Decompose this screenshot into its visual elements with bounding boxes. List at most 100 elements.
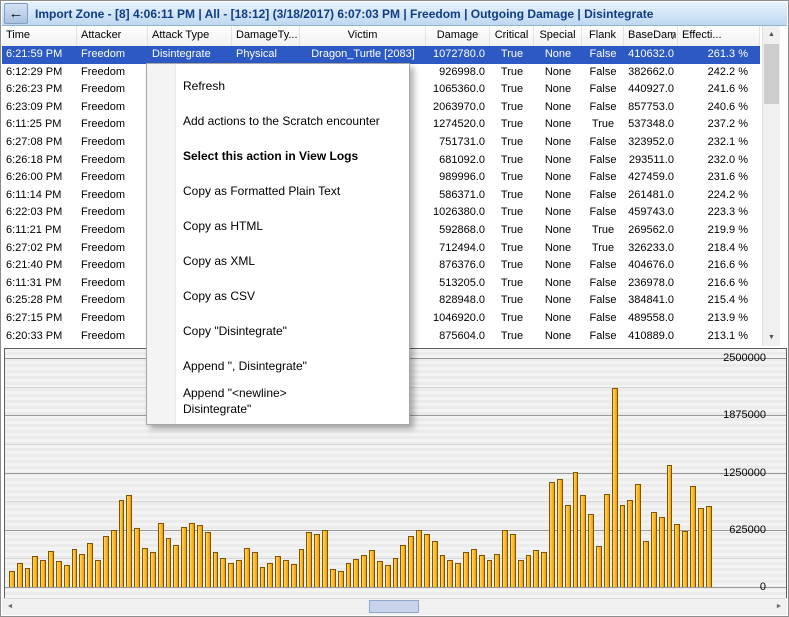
cell-attacker[interactable]: Freedom <box>77 134 148 152</box>
scroll-left-button[interactable]: ◄ <box>2 599 18 614</box>
cell-critical[interactable]: True <box>490 240 534 258</box>
cell-attacker[interactable]: Freedom <box>77 204 148 222</box>
cell-effectiveness[interactable]: 216.6 % <box>678 257 760 275</box>
cell-special[interactable]: None <box>534 275 582 293</box>
cell-time[interactable]: 6:25:28 PM <box>2 292 77 310</box>
cell-special[interactable]: None <box>534 257 582 275</box>
cell-effectiveness[interactable]: 219.9 % <box>678 222 760 240</box>
cell-flank[interactable]: False <box>582 187 624 205</box>
cell-time[interactable]: 6:26:23 PM <box>2 81 77 99</box>
cell-attacker[interactable]: Freedom <box>77 310 148 328</box>
cell-time[interactable]: 6:21:40 PM <box>2 257 77 275</box>
cell-effectiveness[interactable]: 216.6 % <box>678 275 760 293</box>
column-header-special[interactable]: Special <box>534 26 582 46</box>
cell-base_damage[interactable]: 410632.0 <box>624 46 678 64</box>
cell-critical[interactable]: True <box>490 46 534 64</box>
cell-critical[interactable]: True <box>490 310 534 328</box>
cell-flank[interactable]: False <box>582 169 624 187</box>
cell-attacker[interactable]: Freedom <box>77 240 148 258</box>
cell-flank[interactable]: False <box>582 46 624 64</box>
cell-critical[interactable]: True <box>490 64 534 82</box>
column-header-flank[interactable]: Flank <box>582 26 624 46</box>
column-header-critical[interactable]: Critical <box>490 26 534 46</box>
cell-special[interactable]: None <box>534 204 582 222</box>
cell-special[interactable]: None <box>534 222 582 240</box>
cell-flank[interactable]: False <box>582 64 624 82</box>
menu-item[interactable]: Copy as Formatted Plain Text <box>147 174 409 209</box>
cell-base_damage[interactable]: 537348.0 <box>624 116 678 134</box>
cell-time[interactable]: 6:11:31 PM <box>2 275 77 293</box>
cell-attacker[interactable]: Freedom <box>77 152 148 170</box>
menu-item[interactable]: Copy as XML <box>147 244 409 279</box>
cell-critical[interactable]: True <box>490 152 534 170</box>
column-header-attack_type[interactable]: Attack Type <box>148 26 232 46</box>
cell-special[interactable]: None <box>534 46 582 64</box>
table-vertical-scrollbar[interactable]: ▲ ▼ <box>762 26 780 346</box>
cell-base_damage[interactable]: 236978.0 <box>624 275 678 293</box>
scroll-right-button[interactable]: ► <box>771 599 787 614</box>
cell-damage[interactable]: 1072780.0 <box>426 46 490 64</box>
cell-damage[interactable]: 751731.0 <box>426 134 490 152</box>
cell-effectiveness[interactable]: 240.6 % <box>678 99 760 117</box>
cell-attacker[interactable]: Freedom <box>77 187 148 205</box>
table-row[interactable]: 6:21:59 PM Freedom Disintegrate Physical Dra… <box>2 46 760 64</box>
cell-time[interactable]: 6:26:00 PM <box>2 169 77 187</box>
cell-flank[interactable]: True <box>582 222 624 240</box>
cell-time[interactable]: 6:12:29 PM <box>2 64 77 82</box>
cell-time[interactable]: 6:22:03 PM <box>2 204 77 222</box>
cell-critical[interactable]: True <box>490 134 534 152</box>
cell-damage[interactable]: 2063970.0 <box>426 99 490 117</box>
cell-special[interactable]: None <box>534 116 582 134</box>
cell-special[interactable]: None <box>534 152 582 170</box>
cell-base_damage[interactable]: 384841.0 <box>624 292 678 310</box>
cell-effectiveness[interactable]: 231.6 % <box>678 169 760 187</box>
menu-item[interactable]: Refresh <box>147 69 409 104</box>
cell-special[interactable]: None <box>534 169 582 187</box>
cell-time[interactable]: 6:11:14 PM <box>2 187 77 205</box>
cell-special[interactable]: None <box>534 81 582 99</box>
cell-damage[interactable]: 1274520.0 <box>426 116 490 134</box>
cell-base_damage[interactable]: 261481.0 <box>624 187 678 205</box>
column-header-base_damage[interactable]: BaseDam...∨ <box>624 26 678 46</box>
menu-item[interactable]: Copy "Disintegrate" <box>147 314 409 349</box>
cell-base_damage[interactable]: 459743.0 <box>624 204 678 222</box>
cell-critical[interactable]: True <box>490 222 534 240</box>
cell-base_damage[interactable]: 293511.0 <box>624 152 678 170</box>
cell-damage[interactable]: 876376.0 <box>426 257 490 275</box>
cell-special[interactable]: None <box>534 292 582 310</box>
back-button[interactable]: ← <box>4 3 28 24</box>
cell-effectiveness[interactable]: 242.2 % <box>678 64 760 82</box>
cell-effectiveness[interactable]: 224.2 % <box>678 187 760 205</box>
cell-critical[interactable]: True <box>490 187 534 205</box>
cell-base_damage[interactable]: 857753.0 <box>624 99 678 117</box>
cell-critical[interactable]: True <box>490 169 534 187</box>
cell-time[interactable]: 6:26:18 PM <box>2 152 77 170</box>
cell-base_damage[interactable]: 323952.0 <box>624 134 678 152</box>
cell-effectiveness[interactable]: 215.4 % <box>678 292 760 310</box>
cell-special[interactable]: None <box>534 187 582 205</box>
menu-item[interactable]: Copy as CSV <box>147 279 409 314</box>
cell-flank[interactable]: False <box>582 310 624 328</box>
column-header-time[interactable]: Time <box>2 26 77 46</box>
cell-flank[interactable]: True <box>582 240 624 258</box>
cell-effectiveness[interactable]: 218.4 % <box>678 240 760 258</box>
chart-horizontal-scrollbar[interactable]: ◄ ► <box>2 598 787 615</box>
cell-critical[interactable]: True <box>490 81 534 99</box>
cell-critical[interactable]: True <box>490 328 534 346</box>
column-header-victim[interactable]: Victim <box>300 26 426 46</box>
cell-base_damage[interactable]: 489558.0 <box>624 310 678 328</box>
cell-critical[interactable]: True <box>490 275 534 293</box>
menu-item[interactable]: Append ", Disintegrate" <box>147 349 409 384</box>
cell-attacker[interactable]: Freedom <box>77 222 148 240</box>
cell-special[interactable]: None <box>534 99 582 117</box>
cell-base_damage[interactable]: 410889.0 <box>624 328 678 346</box>
cell-attacker[interactable]: Freedom <box>77 275 148 293</box>
cell-attacker[interactable]: Freedom <box>77 292 148 310</box>
cell-base_damage[interactable]: 326233.0 <box>624 240 678 258</box>
cell-attacker[interactable]: Freedom <box>77 46 148 64</box>
cell-damage[interactable]: 513205.0 <box>426 275 490 293</box>
scroll-down-button[interactable]: ▼ <box>763 329 780 346</box>
horizontal-scrollbar-thumb[interactable] <box>369 600 419 613</box>
cell-damage[interactable]: 592868.0 <box>426 222 490 240</box>
cell-critical[interactable]: True <box>490 116 534 134</box>
